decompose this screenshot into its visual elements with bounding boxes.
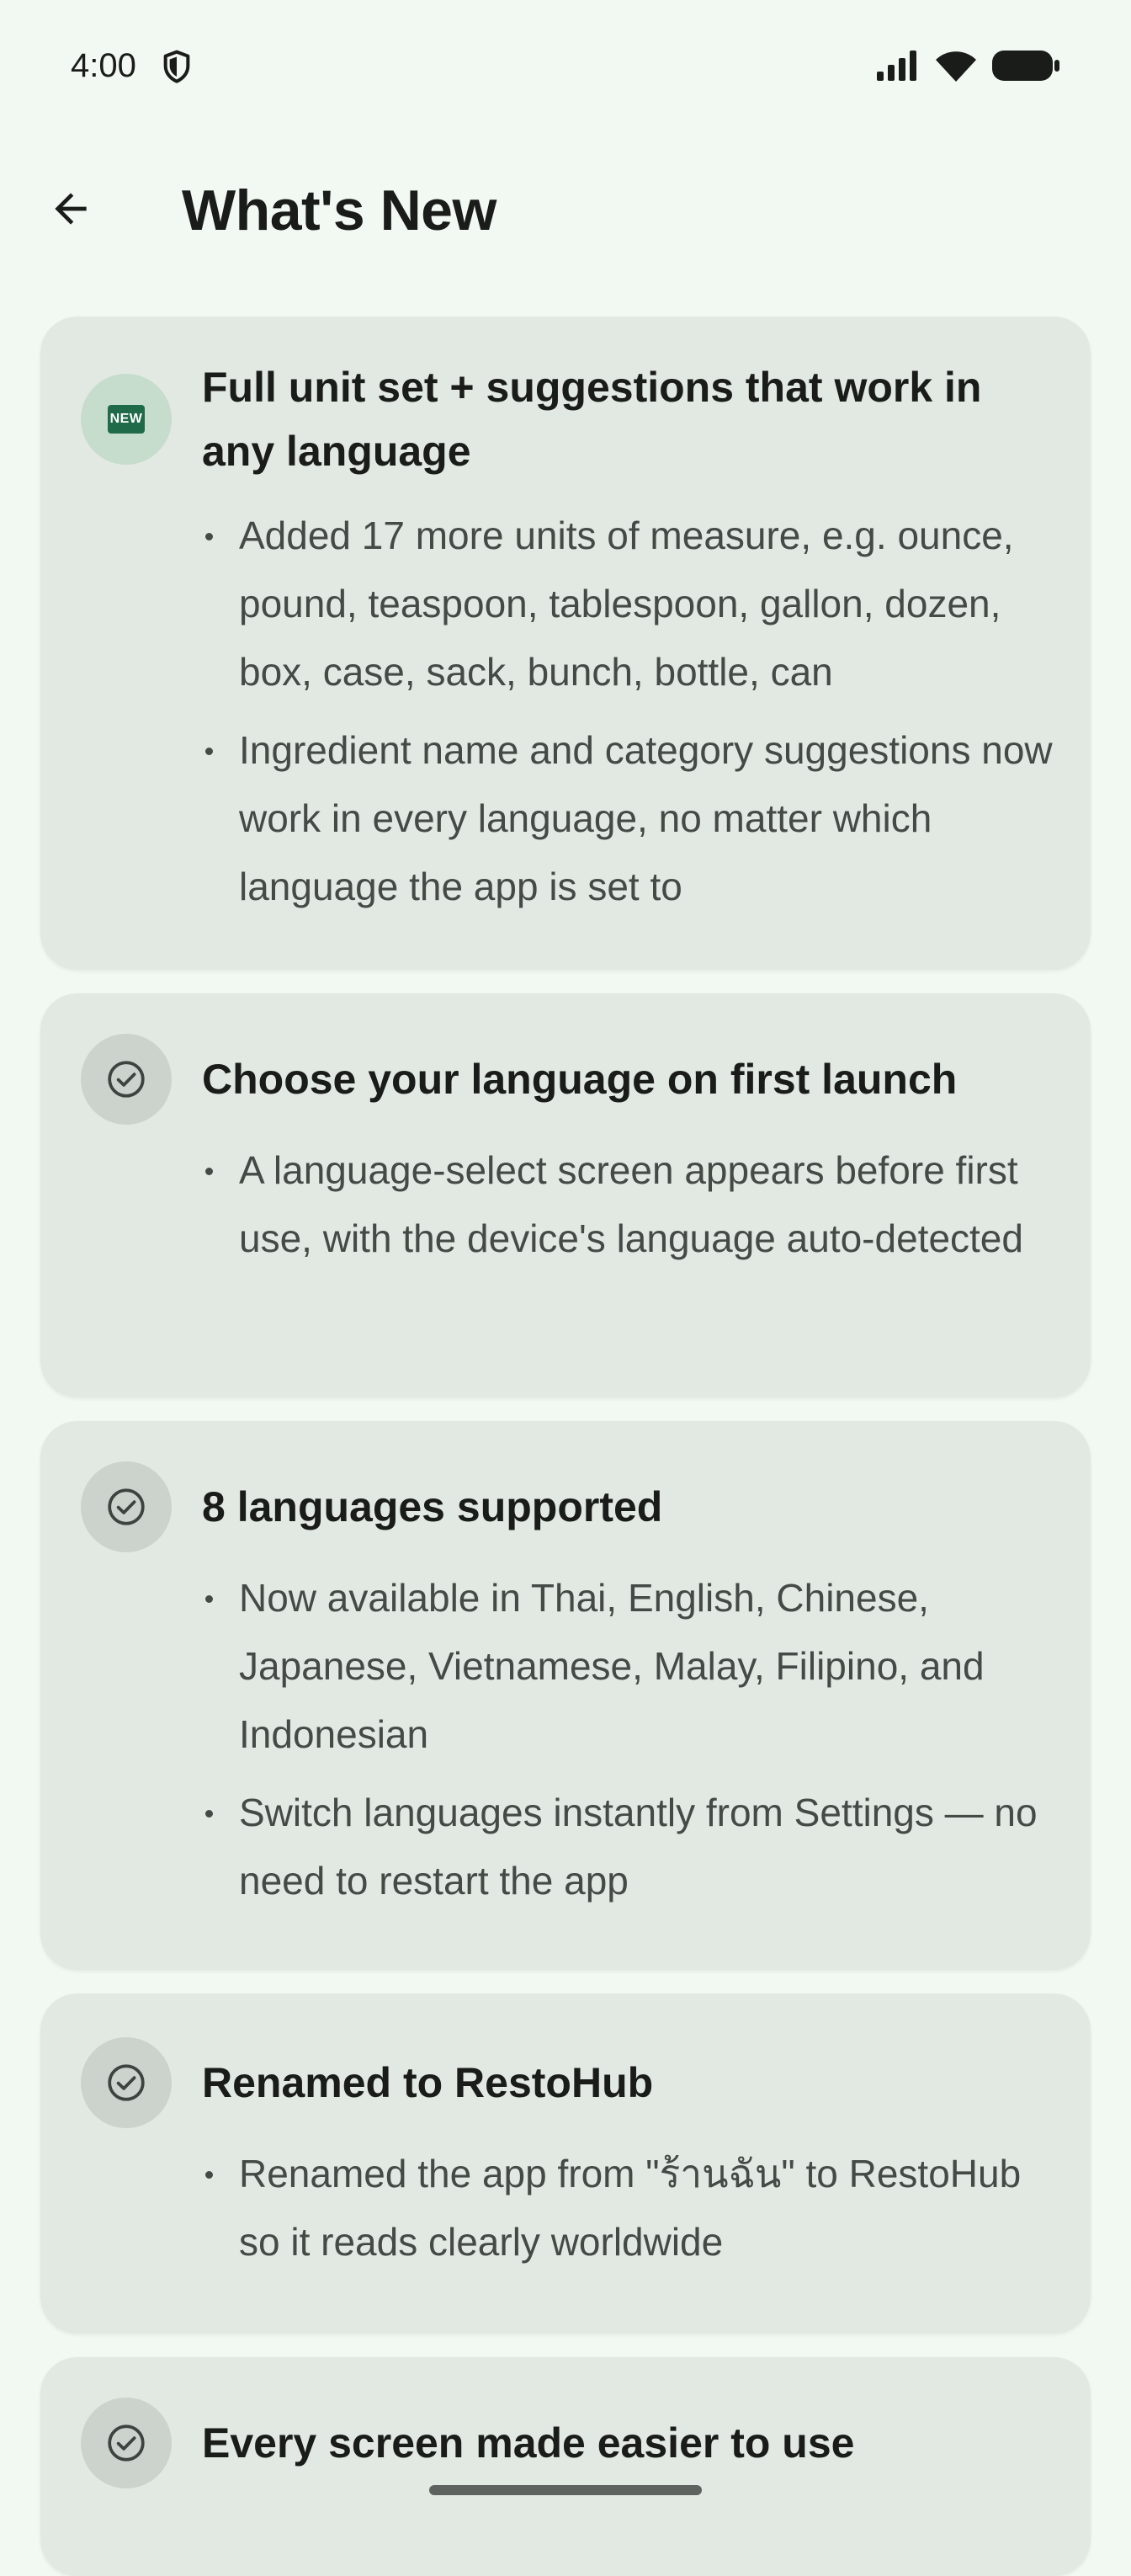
card-bullets: Added 17 more units of measure, e.g. oun… xyxy=(202,502,1064,931)
gesture-nav-handle[interactable] xyxy=(429,2485,702,2495)
top-app-bar: What's New xyxy=(0,143,1131,278)
whats-new-card: Renamed to RestoHub Renamed the app from… xyxy=(40,1993,1091,2334)
check-circle-icon xyxy=(81,2398,172,2488)
check-circle-icon xyxy=(108,2064,145,2101)
check-circle-icon xyxy=(108,1488,145,1525)
bullet-item: Added 17 more units of measure, e.g. oun… xyxy=(202,502,1064,706)
card-title: Choose your language on first launch xyxy=(202,1056,958,1103)
battery-icon xyxy=(992,51,1059,81)
card-title: 8 languages supported xyxy=(202,1483,663,1530)
back-button[interactable] xyxy=(34,172,108,246)
bullet-item: Ingredient name and category suggestions… xyxy=(202,716,1064,921)
card-bullets: Renamed the app from "ร้านฉัน" to RestoH… xyxy=(202,2140,1064,2286)
page-title: What's New xyxy=(182,178,496,242)
wifi-icon xyxy=(936,51,976,82)
whats-new-card: 8 languages supported Now available in T… xyxy=(40,1421,1091,1970)
whats-new-card: Every screen made easier to use xyxy=(40,2357,1091,2576)
status-time: 4:00 xyxy=(71,47,136,84)
check-circle-icon xyxy=(81,2037,172,2128)
bullet-item: A language-select screen appears before … xyxy=(202,1136,1064,1273)
check-circle-icon xyxy=(108,1061,145,1098)
card-title: Full unit set + suggestions that work in… xyxy=(202,364,982,475)
bullet-item: Switch languages instantly from Settings… xyxy=(202,1779,1064,1915)
shield-icon xyxy=(163,50,190,83)
card-bullets: A language-select screen appears before … xyxy=(202,1136,1064,1283)
bullet-item: Renamed the app from "ร้านฉัน" to RestoH… xyxy=(202,2140,1064,2276)
bullet-item: Now available in Thai, English, Chinese,… xyxy=(202,1564,1064,1769)
new-badge-icon: NEW xyxy=(81,374,172,465)
check-circle-icon xyxy=(108,2424,145,2462)
whats-new-card: NEW Full unit set + suggestions that wor… xyxy=(40,317,1091,970)
card-title: Renamed to RestoHub xyxy=(202,2059,654,2106)
check-circle-icon xyxy=(81,1461,172,1552)
signal-icon xyxy=(877,51,916,81)
check-circle-icon xyxy=(81,1034,172,1125)
whats-new-card: Choose your language on first launch A l… xyxy=(40,993,1091,1397)
card-title: Every screen made easier to use xyxy=(202,2419,855,2467)
status-bar: 4:00 xyxy=(0,0,1131,135)
arrow-back-icon xyxy=(55,193,87,225)
new-badge: NEW xyxy=(108,405,145,434)
status-icons xyxy=(875,45,1060,86)
card-bullets: Now available in Thai, English, Chinese,… xyxy=(202,1564,1064,1925)
